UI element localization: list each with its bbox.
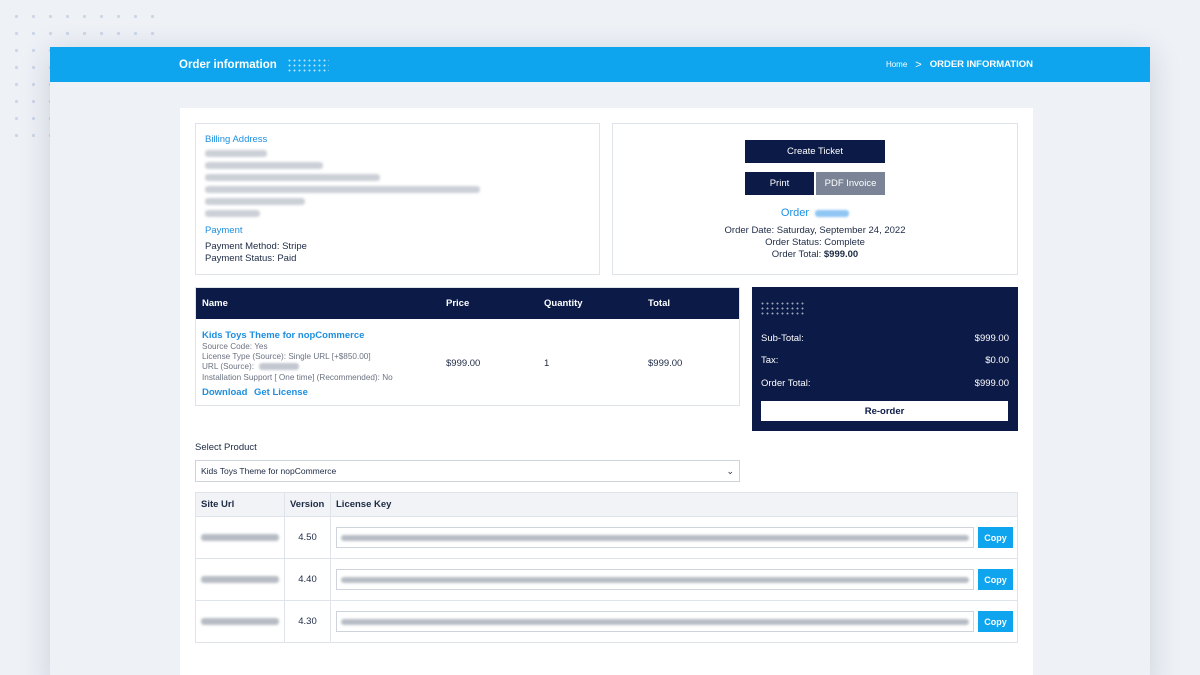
- table-row: Kids Toys Theme for nopCommerce Source C…: [196, 319, 739, 405]
- col-license-key: License Key: [336, 499, 392, 510]
- page-title: Order information: [179, 58, 277, 71]
- col-site-url: Site Url: [196, 493, 285, 516]
- attr-source-code: Source Code: Yes: [202, 342, 268, 351]
- copy-button[interactable]: Copy: [978, 569, 1013, 590]
- attr-installation: Installation Support [ One time] (Recomm…: [202, 373, 393, 382]
- license-table-header: Site Url Version License Key: [196, 493, 1017, 516]
- license-version: 4.40: [285, 559, 331, 600]
- order-number-redacted: [815, 209, 850, 217]
- title-group: Order information: [179, 57, 329, 72]
- order-label: Order: [780, 207, 810, 219]
- order-date: Order Date: Saturday, September 24, 2022: [724, 225, 906, 236]
- item-total: $999.00: [648, 358, 683, 369]
- select-product-value: Kids Toys Theme for nopCommerce: [201, 466, 337, 476]
- site-url-redacted: [201, 576, 279, 583]
- license-table: Site Url Version License Key 4.50 Copy 4…: [195, 492, 1018, 643]
- chevron-right-icon: >: [915, 58, 922, 71]
- col-quantity: Quantity: [544, 298, 583, 309]
- breadcrumb: Home > ORDER INFORMATION: [886, 59, 1033, 71]
- billing-address-title: Billing Address: [205, 134, 268, 145]
- product-name-link[interactable]: Kids Toys Theme for nopCommerce: [202, 330, 364, 341]
- top-bar: Order information Home > ORDER INFORMATI…: [50, 47, 1150, 82]
- order-number: Order: [613, 207, 1017, 219]
- order-actions-panel: Create Ticket Print PDF Invoice Order Or…: [612, 123, 1018, 275]
- items-table-header: Name Price Quantity Total: [196, 288, 739, 319]
- order-status: Order Status: Complete: [765, 237, 865, 248]
- copy-button[interactable]: Copy: [978, 611, 1013, 632]
- billing-panel: Billing Address Payment Payment Method: …: [195, 123, 600, 275]
- payment-method: Payment Method: Stripe: [205, 241, 307, 252]
- billing-address-redacted: [205, 150, 590, 217]
- license-key-field[interactable]: [336, 611, 974, 632]
- license-key-field[interactable]: [336, 569, 974, 590]
- license-version: 4.50: [285, 517, 331, 558]
- payment-title: Payment: [205, 225, 243, 236]
- select-product-dropdown[interactable]: Kids Toys Theme for nopCommerce ⌄: [195, 460, 740, 482]
- copy-button[interactable]: Copy: [978, 527, 1013, 548]
- item-price: $999.00: [446, 358, 481, 369]
- col-price: Price: [446, 298, 470, 309]
- breadcrumb-home-link[interactable]: Home: [886, 60, 907, 69]
- license-key-field[interactable]: [336, 527, 974, 548]
- order-card: Billing Address Payment Payment Method: …: [180, 108, 1033, 675]
- col-name: Name: [202, 298, 228, 309]
- table-row: 4.40 Copy: [196, 558, 1017, 600]
- subtotal-row: Sub-Total: $999.00: [761, 333, 1009, 344]
- get-license-link[interactable]: Get License: [254, 387, 308, 398]
- totals-dot-decoration: [760, 301, 804, 315]
- download-link[interactable]: Download: [202, 387, 247, 398]
- order-items-table: Name Price Quantity Total Kids Toys Them…: [195, 287, 740, 406]
- order-total: Order Total: $999.00: [771, 249, 859, 260]
- reorder-button[interactable]: Re-order: [761, 401, 1008, 421]
- license-version: 4.30: [285, 601, 331, 642]
- totals-panel: Sub-Total: $999.00 Tax: $0.00 Order Tota…: [752, 287, 1018, 431]
- payment-status: Payment Status: Paid: [205, 253, 297, 264]
- app-window: Order information Home > ORDER INFORMATI…: [50, 47, 1150, 675]
- site-url-redacted: [201, 534, 279, 541]
- title-dot-decoration: [286, 57, 329, 72]
- attr-license-type: License Type (Source): Single URL [+$850…: [202, 352, 371, 361]
- col-version: Version: [285, 493, 331, 516]
- site-url-redacted: [201, 618, 279, 625]
- item-quantity: 1: [544, 358, 550, 369]
- col-total: Total: [648, 298, 670, 309]
- create-ticket-button[interactable]: Create Ticket: [745, 140, 885, 163]
- tax-row: Tax: $0.00: [761, 355, 1009, 366]
- chevron-down-icon: ⌄: [726, 465, 734, 476]
- table-row: 4.30 Copy: [196, 600, 1017, 642]
- pdf-invoice-button[interactable]: PDF Invoice: [816, 172, 885, 195]
- order-total-row: Order Total: $999.00: [761, 378, 1009, 389]
- breadcrumb-current: ORDER INFORMATION: [929, 59, 1033, 70]
- print-button[interactable]: Print: [745, 172, 814, 195]
- url-redacted: [259, 363, 300, 371]
- attr-url: URL (Source):: [202, 362, 300, 371]
- select-product-label: Select Product: [195, 442, 257, 453]
- table-row: 4.50 Copy: [196, 516, 1017, 558]
